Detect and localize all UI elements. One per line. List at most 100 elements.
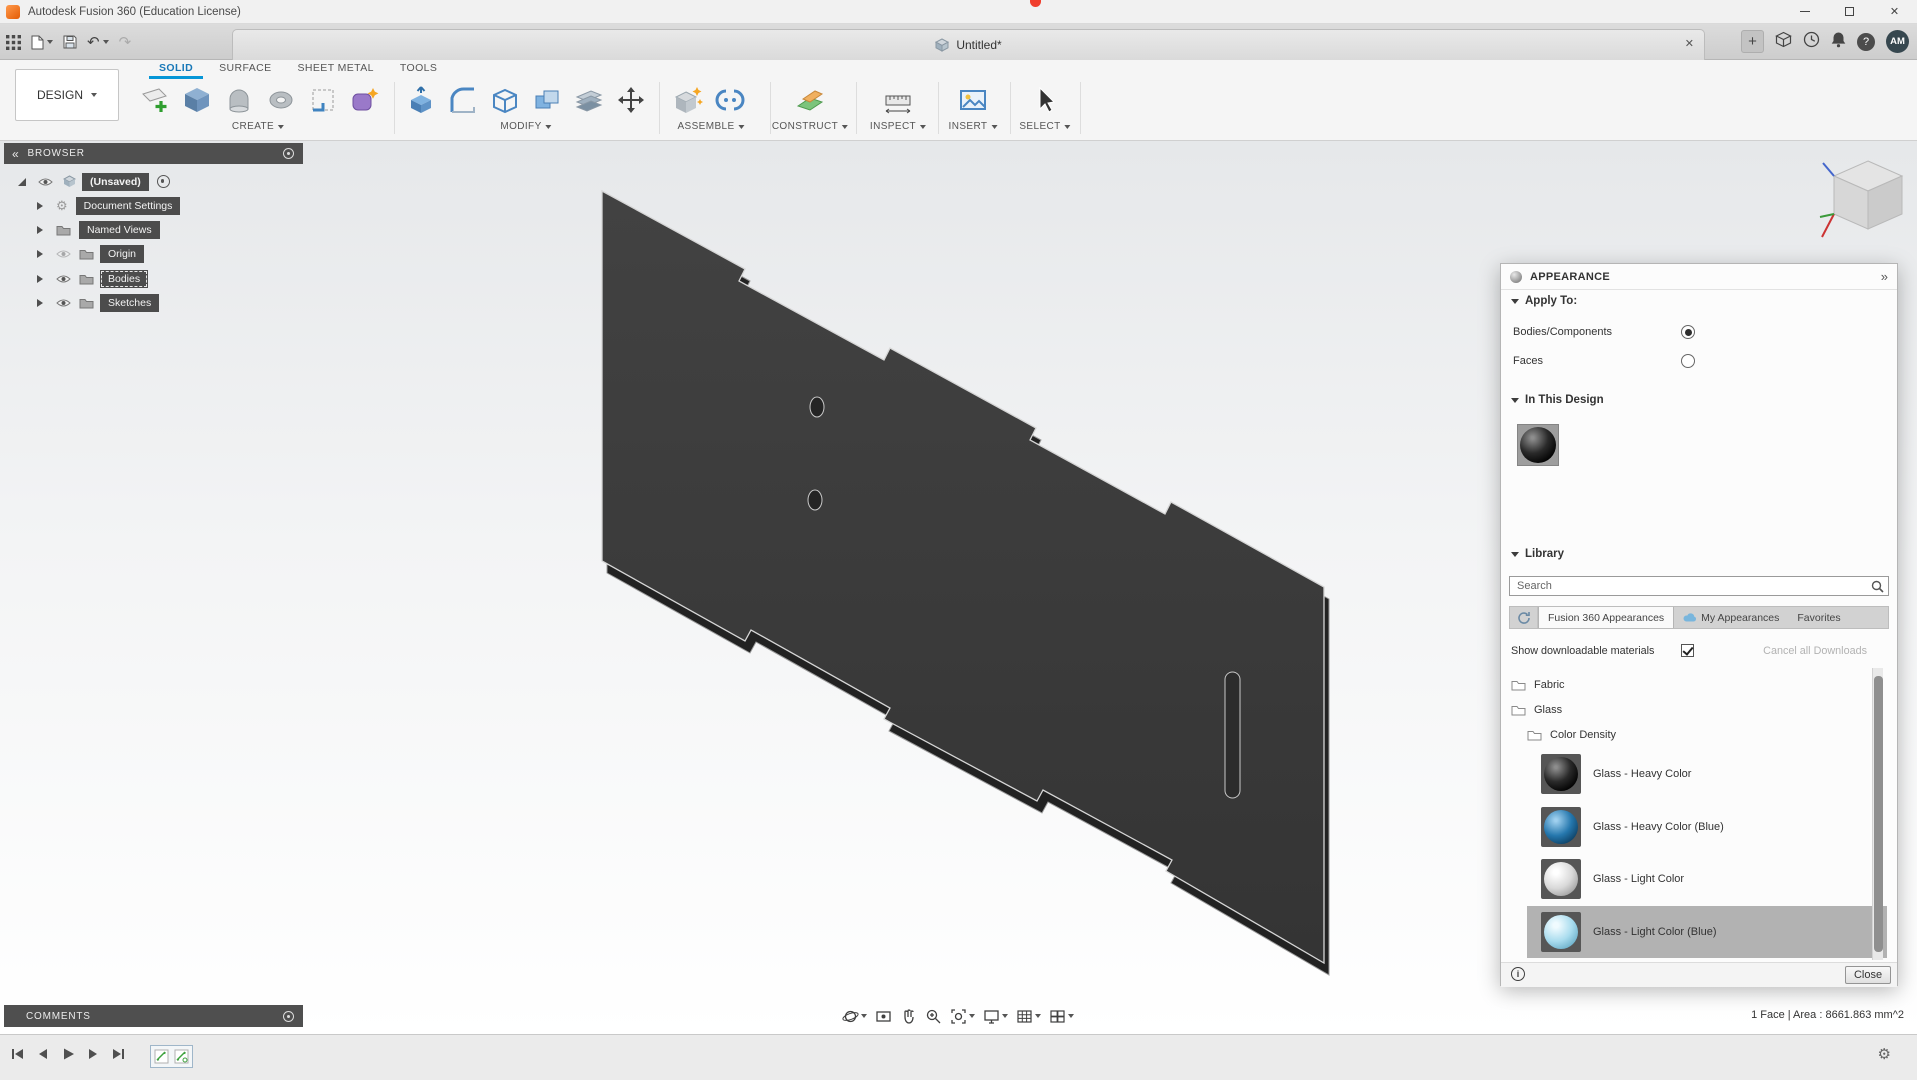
folder-row-glass[interactable]: Glass bbox=[1511, 699, 1562, 721]
insert-group-dropdown[interactable]: INSERT bbox=[949, 121, 998, 132]
browser-item-label[interactable]: Document Settings bbox=[75, 196, 181, 215]
tab-favorites[interactable]: Favorites bbox=[1788, 607, 1849, 628]
primitive-box-button[interactable] bbox=[176, 79, 218, 121]
library-search-input[interactable] bbox=[1509, 576, 1889, 596]
appearance-panel-header[interactable]: APPEARANCE » bbox=[1501, 264, 1897, 290]
timeline-settings-button[interactable]: ⚙ bbox=[1878, 1045, 1891, 1063]
comments-bar[interactable]: COMMENTS bbox=[4, 1005, 303, 1027]
shell-button[interactable] bbox=[484, 79, 526, 121]
tab-surface[interactable]: SURFACE bbox=[206, 60, 284, 77]
save-button[interactable] bbox=[63, 35, 77, 49]
skip-to-start-button[interactable] bbox=[10, 1046, 26, 1062]
folder-row-fabric[interactable]: Fabric bbox=[1511, 674, 1565, 696]
browser-header[interactable]: « BROWSER bbox=[4, 143, 303, 164]
bodies-components-radio[interactable] bbox=[1681, 325, 1695, 339]
activate-component-radio[interactable] bbox=[156, 175, 170, 188]
step-forward-button[interactable] bbox=[85, 1046, 101, 1062]
expander-icon[interactable] bbox=[37, 298, 43, 307]
zoom-button[interactable] bbox=[923, 1007, 944, 1026]
extrude-button[interactable] bbox=[218, 79, 260, 121]
browser-row-bodies[interactable]: Bodies bbox=[37, 268, 149, 289]
visibility-eye-icon[interactable] bbox=[38, 177, 53, 187]
construct-group-dropdown[interactable]: CONSTRUCT bbox=[772, 121, 849, 132]
expander-open-icon[interactable] bbox=[18, 177, 26, 186]
expander-icon[interactable] bbox=[37, 201, 43, 210]
material-row[interactable]: Glass - Light Color bbox=[1527, 853, 1887, 905]
create-group-dropdown[interactable]: CREATE bbox=[232, 121, 285, 132]
grid-settings-button[interactable] bbox=[1014, 1007, 1043, 1026]
scrollbar-thumb[interactable] bbox=[1874, 676, 1883, 952]
redo-button[interactable]: ↷ bbox=[119, 33, 132, 51]
browser-display-toggle[interactable] bbox=[283, 148, 294, 159]
tab-solid[interactable]: SOLID bbox=[146, 60, 206, 79]
browser-row-named-views[interactable]: Named Views bbox=[37, 219, 160, 240]
browser-item-label[interactable]: Sketches bbox=[100, 293, 160, 312]
undo-button[interactable]: ↶ bbox=[87, 33, 109, 51]
slot[interactable] bbox=[1224, 671, 1241, 799]
help-button[interactable]: ? bbox=[1857, 32, 1875, 51]
move-copy-button[interactable] bbox=[610, 79, 652, 121]
select-group-dropdown[interactable]: SELECT bbox=[1019, 121, 1071, 132]
material-row[interactable]: Glass - Heavy Color (Blue) bbox=[1527, 801, 1887, 853]
browser-row-document-settings[interactable]: ⚙ Document Settings bbox=[37, 195, 181, 216]
apply-to-section-header[interactable]: Apply To: bbox=[1511, 295, 1577, 307]
visibility-eye-icon[interactable] bbox=[56, 298, 71, 308]
modify-group-dropdown[interactable]: MODIFY bbox=[500, 121, 552, 132]
step-back-button[interactable] bbox=[35, 1046, 51, 1062]
construct-plane-button[interactable] bbox=[789, 79, 831, 121]
browser-item-label[interactable]: Bodies bbox=[100, 269, 149, 288]
display-settings-button[interactable] bbox=[981, 1007, 1010, 1026]
extensions-button[interactable] bbox=[1775, 31, 1792, 53]
skip-to-end-button[interactable] bbox=[110, 1046, 126, 1062]
material-row-selected[interactable]: Glass - Light Color (Blue) bbox=[1527, 906, 1887, 958]
app-grid-button[interactable] bbox=[6, 34, 21, 50]
offset-face-button[interactable] bbox=[568, 79, 610, 121]
combine-button[interactable] bbox=[526, 79, 568, 121]
browser-row-origin[interactable]: Origin bbox=[37, 243, 145, 264]
hole-1[interactable] bbox=[809, 396, 825, 418]
fillet-button[interactable] bbox=[442, 79, 484, 121]
tab-tools[interactable]: TOOLS bbox=[387, 60, 450, 77]
close-panel-button[interactable]: Close bbox=[1845, 966, 1891, 984]
close-tab-button[interactable]: ✕ bbox=[1685, 37, 1694, 50]
expander-icon[interactable] bbox=[37, 225, 43, 234]
file-menu-button[interactable] bbox=[31, 35, 53, 50]
new-component-button[interactable] bbox=[667, 79, 709, 121]
view-cube[interactable] bbox=[1818, 155, 1913, 250]
notifications-button[interactable] bbox=[1831, 31, 1846, 53]
sketch-feature-1[interactable] bbox=[154, 1049, 169, 1064]
measure-button[interactable] bbox=[877, 79, 919, 121]
look-at-button[interactable] bbox=[873, 1007, 894, 1026]
user-avatar[interactable]: AM bbox=[1886, 30, 1909, 53]
collapse-browser-icon[interactable]: « bbox=[12, 147, 19, 161]
visibility-eye-icon[interactable] bbox=[56, 274, 71, 284]
material-row[interactable]: Glass - Heavy Color bbox=[1527, 748, 1887, 800]
in-this-design-section-header[interactable]: In This Design bbox=[1511, 394, 1604, 406]
inspect-group-dropdown[interactable]: INSPECT bbox=[870, 121, 927, 132]
comments-toggle[interactable] bbox=[283, 1010, 294, 1022]
minimize-button[interactable] bbox=[1782, 0, 1827, 23]
browser-row-sketches[interactable]: Sketches bbox=[37, 292, 160, 313]
expander-icon[interactable] bbox=[37, 249, 43, 258]
insert-canvas-button[interactable] bbox=[952, 79, 994, 121]
create-sketch-button[interactable] bbox=[134, 79, 176, 121]
sketch-feature-2[interactable] bbox=[174, 1049, 189, 1064]
joint-button[interactable] bbox=[709, 79, 751, 121]
hole-2[interactable] bbox=[807, 489, 823, 511]
fit-button[interactable] bbox=[948, 1007, 977, 1026]
viewports-button[interactable] bbox=[1047, 1007, 1076, 1026]
browser-item-label[interactable]: Named Views bbox=[79, 220, 160, 239]
tab-fusion-appearances[interactable]: Fusion 360 Appearances bbox=[1538, 607, 1675, 628]
pan-button[interactable] bbox=[898, 1007, 919, 1026]
browser-root-row[interactable]: (Unsaved) bbox=[18, 171, 170, 192]
assemble-group-dropdown[interactable]: ASSEMBLE bbox=[677, 121, 745, 132]
close-window-button[interactable]: ✕ bbox=[1872, 0, 1917, 23]
new-document-button[interactable]: + bbox=[1741, 30, 1764, 53]
library-scrollbar[interactable] bbox=[1872, 668, 1883, 960]
maximize-button[interactable] bbox=[1827, 0, 1872, 23]
play-button[interactable] bbox=[60, 1046, 76, 1062]
design-material-swatch[interactable] bbox=[1517, 424, 1559, 466]
revolve-button[interactable] bbox=[260, 79, 302, 121]
orbit-button[interactable] bbox=[840, 1007, 869, 1026]
folder-row-color-density[interactable]: Color Density bbox=[1527, 724, 1616, 746]
